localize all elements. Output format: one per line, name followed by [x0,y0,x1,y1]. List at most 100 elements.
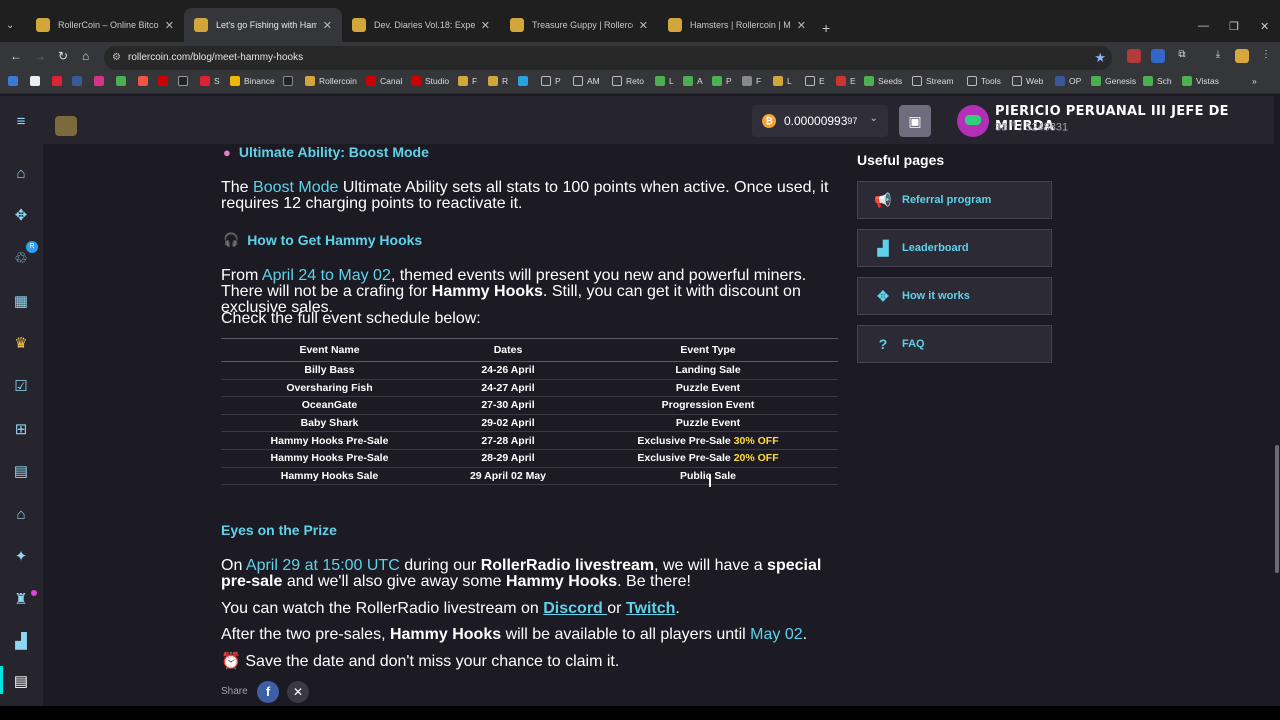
inventory-icon[interactable]: ▤ [12,462,30,480]
rollercoin-favicon-icon [668,18,682,32]
bookmark-folder[interactable]: P [541,76,561,86]
bookmark-item[interactable]: R [488,76,508,86]
trophy-icon[interactable]: ♜ [12,590,30,608]
minimize-icon[interactable]: — [1198,20,1209,32]
how-it-works-link[interactable]: ✥ How it works [857,277,1052,315]
bookmark-item[interactable]: F [742,76,761,86]
avatar[interactable] [957,105,989,137]
discord-link[interactable]: Discord [543,600,607,617]
bookmark-icon[interactable] [8,76,22,86]
close-window-icon[interactable]: ✕ [1260,20,1269,33]
x-share-icon[interactable]: ✕ [287,681,309,703]
forward-icon[interactable]: → [34,49,46,63]
wallet-button[interactable]: ▣ [899,105,931,137]
bookmark-item[interactable]: Studio [411,76,449,86]
bookmark-item[interactable]: Seeds [864,76,902,86]
bookmark-folder[interactable]: Tools [967,76,1001,86]
reload-icon[interactable]: ↻ [58,49,68,63]
crown-icon[interactable]: ♛ [12,334,30,352]
extension-icon[interactable] [1127,49,1141,63]
extensions-puzzle-icon[interactable]: ⧉ [1175,49,1189,63]
leaderboard-icon[interactable]: ▟ [12,632,30,650]
leaderboard-link[interactable]: ▟ Leaderboard [857,229,1052,267]
bookmarks-overflow-icon[interactable]: » [1252,76,1257,86]
download-icon[interactable]: ⤓ [1211,49,1225,63]
bookmark-item[interactable]: Sch [1143,76,1172,86]
profile-icon[interactable] [1235,49,1249,63]
bookmark-icon[interactable] [116,76,130,86]
bookmark-folder[interactable]: Reto [612,76,644,86]
bookmark-item[interactable]: E [805,76,825,86]
share-label: Share [221,686,248,697]
twitch-link[interactable]: Twitch [626,600,675,617]
podium-icon: ▟ [877,239,889,256]
wallet-icon: ▣ [908,112,922,129]
address-bar[interactable]: ⚙ rollercoin.com/blog/meet-hammy-hooks ★ [104,46,1112,70]
faq-link[interactable]: ? FAQ [857,325,1052,363]
bookmark-star-icon[interactable]: ★ [1094,50,1106,66]
bookmark-icon[interactable] [178,76,192,86]
bookmark-item[interactable]: L [773,76,792,86]
bookmark-item[interactable]: OP [1055,76,1081,86]
bookmark-item[interactable]: A [683,76,703,86]
close-tab-icon[interactable]: ✕ [165,19,174,32]
site-info-icon[interactable]: ⚙ [112,52,121,63]
bookmark-item[interactable]: Canal [366,76,402,86]
scrollbar-thumb[interactable] [1275,445,1279,573]
new-tab-icon[interactable]: + [822,20,830,36]
referral-program-link[interactable]: 📢 Referral program [857,181,1052,219]
blog-icon[interactable]: ▤ [12,672,30,690]
chevron-down-icon: ⌄ [869,113,878,124]
rollercoin-logo[interactable] [55,116,77,136]
gift-icon[interactable]: ✦ [12,547,30,565]
browser-tab-4[interactable]: Treasure Guppy | Rollercoin | M ✕ [500,8,658,42]
bookmark-icon[interactable] [94,76,108,86]
bookmark-icon[interactable] [138,76,152,86]
menu-icon[interactable]: ≡ [12,112,30,130]
browser-tab-2[interactable]: Let's go Fishing with Hammy H ✕ [184,8,342,42]
bookmark-folder[interactable]: AM [573,76,600,86]
back-icon[interactable]: ← [10,49,22,63]
restore-icon[interactable]: ❐ [1229,20,1239,33]
bookmark-icon[interactable] [72,76,86,86]
menu-kebab-icon[interactable]: ⋮ [1259,49,1273,63]
bookmark-item[interactable]: Rollercoin [305,76,357,86]
bookmark-icon[interactable] [158,76,172,86]
bookmark-icon[interactable] [518,76,532,86]
gamepad-icon[interactable]: ✥ [12,206,30,224]
browser-tab-5[interactable]: Hamsters | Rollercoin | Minar y ✕ [658,8,816,42]
bank-icon[interactable]: ⌂ [12,505,30,523]
boost-mode-link[interactable]: Boost Mode [253,179,338,196]
balance-dropdown[interactable]: ₿ 0.00000993 97 ⌄ [752,105,888,137]
bookmark-item[interactable] [283,76,297,86]
section-heading-ultimate: ● Ultimate Ability: Boost Mode [223,144,429,160]
extension-icon[interactable] [1151,49,1165,63]
bookmark-item[interactable]: E [836,76,856,86]
home-icon[interactable]: ⌂ [12,164,30,182]
close-tab-icon[interactable]: ✕ [639,19,648,32]
facebook-share-icon[interactable]: f [257,681,279,703]
bookmark-item[interactable]: L [655,76,674,86]
calendar-icon[interactable]: ▦ [12,292,30,310]
bookmark-item[interactable]: F [458,76,477,86]
bookmark-folder[interactable]: Web [1012,76,1043,86]
page-scrollbar[interactable] [1274,96,1280,706]
checklist-icon[interactable]: ☑ [12,377,30,395]
bookmark-icon[interactable] [30,76,44,86]
rollercoin-favicon-icon [36,18,50,32]
home-icon[interactable]: ⌂ [82,49,89,63]
bookmark-item[interactable]: Binance [230,76,275,86]
close-tab-icon[interactable]: ✕ [323,19,332,32]
bookmark-item[interactable]: Genesis [1091,76,1136,86]
browser-tab-1[interactable]: RollerCoin – Online Bitcoin Mi ✕ [26,8,184,42]
bookmark-icon[interactable] [52,76,66,86]
bookmark-item[interactable]: P [712,76,732,86]
close-tab-icon[interactable]: ✕ [797,19,806,32]
bookmark-item[interactable]: Vistas [1182,76,1219,86]
browser-tab-3[interactable]: Dev. Diaries Vol.18: Expedition ✕ [342,8,500,42]
close-tab-icon[interactable]: ✕ [481,19,490,32]
tab-search-icon[interactable]: ⌄ [6,20,14,31]
cart-icon[interactable]: ⊞ [12,420,30,438]
bookmark-item[interactable]: S [200,76,220,86]
bookmark-folder[interactable]: Stream [912,76,953,86]
